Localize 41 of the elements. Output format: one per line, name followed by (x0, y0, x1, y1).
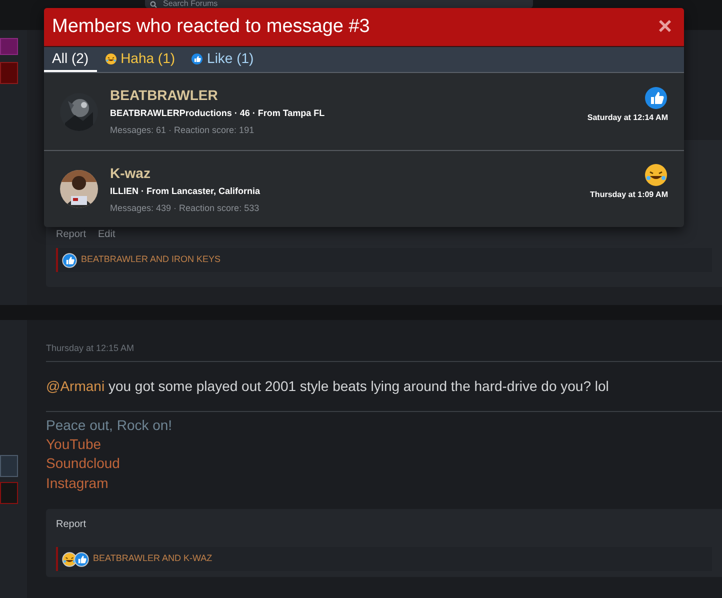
search-field[interactable]: Search Forums (145, 0, 533, 8)
post-action-link[interactable]: Report (56, 516, 86, 532)
laughing-emoji-icon (62, 552, 77, 566)
member-name[interactable]: K-waz (110, 164, 578, 182)
search-placeholder: Search Forums (163, 0, 218, 8)
member-stats: Messages: 61 · Reaction score: 191 (110, 124, 256, 137)
dialog-title: Members who reacted to message #3 (52, 14, 370, 39)
laughing-emoji-icon (104, 52, 117, 64)
thumbs-up-icon (644, 86, 668, 110)
tab[interactable]: All (2) (44, 47, 97, 72)
sidebar-button[interactable] (0, 482, 18, 504)
member-stats: Messages: 439 · Reaction score: 533 (110, 202, 260, 214)
laughing-emoji-icon (644, 163, 668, 187)
close-button[interactable]: × (658, 15, 676, 39)
thumbs-up-icon (191, 52, 204, 64)
signature-link[interactable]: YouTube (46, 436, 102, 452)
signature-link[interactable]: Instagram (46, 474, 108, 490)
tab[interactable]: Like (1) (183, 47, 262, 72)
reaction-list-link[interactable]: BEATBRAWLER AND K-WAZ (93, 552, 212, 566)
post-action-link[interactable]: Report (56, 226, 86, 242)
member-row[interactable]: K-waz ILLIEN · From Lancaster, California Messages: 439 · Reaction score: 533 Thursday at 1:09 AM (44, 150, 684, 227)
member-details: ILLIEN · From Lancaster, California (110, 184, 262, 198)
member-name[interactable]: BEATBRAWLER (110, 86, 576, 104)
reaction-time: Thursday at 1:09 AM (590, 189, 668, 201)
thumbs-up-icon (74, 552, 89, 566)
sidebar-button[interactable] (0, 455, 18, 477)
member-details: BEATBRAWLERProductions · 46 · From Tampa FL (110, 107, 326, 120)
sidebar-button[interactable] (0, 62, 18, 84)
search-icon (150, 0, 157, 8)
thumbs-up-icon (62, 252, 77, 268)
reaction-time: Saturday at 12:14 AM (587, 112, 668, 124)
post-date[interactable]: Thursday at 12:15 AM (46, 342, 722, 362)
signature-text: Peace out, Rock on! (46, 416, 174, 434)
tab[interactable]: Haha (1) (96, 47, 184, 72)
post-body: @Armani you got some played out 2001 style beats lying around the hard-drive do you? lol (46, 376, 722, 412)
sidebar-button[interactable] (0, 38, 18, 55)
post-action-link[interactable]: Edit (98, 226, 116, 242)
member-row[interactable]: BEATBRAWLER BEATBRAWLERProductions · 46 · From Tampa FL Messages: 61 · Reaction score: 191 Saturday at 12:14 AM (44, 73, 684, 150)
signature-link[interactable]: Soundcloud (46, 455, 120, 471)
mention-link[interactable]: @Armani (46, 378, 105, 394)
reaction-list-link[interactable]: BEATBRAWLER AND IRON KEYS (81, 253, 221, 267)
